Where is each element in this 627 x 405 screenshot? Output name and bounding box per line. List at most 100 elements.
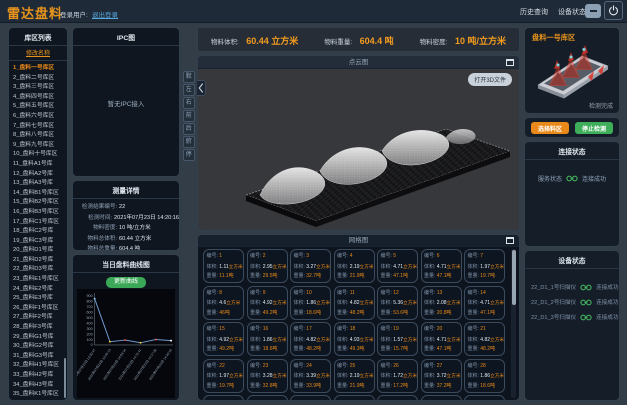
view-preset-button[interactable]: 后 (183, 123, 195, 135)
grid-card[interactable]: 编号: 14 体积: 4.71立方米 重量: 47.1吨 (464, 286, 505, 320)
minimize-button[interactable] (585, 4, 601, 18)
view-preset-button[interactable]: 停 (183, 149, 195, 161)
grid-card[interactable]: 编号: 13 体积: 2.08立方米 重量: 20.8吨 (421, 286, 462, 320)
grid-card[interactable]: 编号: 18 体积: 4.93立方米 重量: 49.3吨 (334, 322, 375, 356)
rename-link[interactable]: 修改名称 (9, 46, 67, 61)
sidebar-item[interactable]: 9_盘料九号库区 (13, 141, 67, 151)
grid-card[interactable]: 编号: 28 体积: 1.86立方米 重量: 18.6吨 (464, 359, 505, 393)
card-no-value: 26 (393, 363, 399, 369)
sidebar-item[interactable]: 27_盘料F2号库 (13, 313, 67, 323)
sidebar-item[interactable]: 1_盘料一号库区 (13, 64, 67, 74)
grid-card-clipped (247, 395, 288, 400)
grid-card[interactable]: 编号: 8 体积: 4.6立方米 重量: 46吨 (203, 286, 244, 320)
grid-card[interactable]: 编号: 15 体积: 4.92立方米 重量: 49.2吨 (203, 322, 244, 356)
sidebar-item[interactable]: 14_盘料B1号库区 (13, 189, 67, 199)
card-weight-unit: 吨 (490, 346, 495, 352)
sidebar-item[interactable]: 28_盘料F3号库 (13, 323, 67, 333)
grid-card[interactable]: 编号: 3 体积: 3.27立方米 重量: 32.7吨 (290, 249, 331, 283)
grid-card[interactable]: 编号: 21 体积: 4.82立方米 重量: 48.2吨 (464, 322, 505, 356)
sidebar-item[interactable]: 29_盘料G1号库 (13, 333, 67, 343)
sidebar-item[interactable]: 11_盘料A1号库 (13, 160, 67, 170)
card-no-label: 编号: (337, 326, 348, 332)
grid-card[interactable]: 编号: 9 体积: 4.92立方米 重量: 49.2吨 (247, 286, 288, 320)
grid-card[interactable]: 编号: 22 体积: 1.97立方米 重量: 19.7吨 (203, 359, 244, 393)
grid-card[interactable]: 编号: 6 体积: 4.71立方米 重量: 47.1吨 (421, 249, 462, 283)
grid-maximize-icon[interactable] (506, 237, 514, 244)
grid-card[interactable]: 编号: 11 体积: 4.82立方米 重量: 48.2吨 (334, 286, 375, 320)
grid-scrollbar-thumb[interactable] (512, 250, 516, 305)
sidebar-item[interactable]: 8_盘料八号库区 (13, 131, 67, 141)
select-area-button[interactable]: 选择料区 (531, 122, 569, 134)
grid-card[interactable]: 编号: 16 体积: 1.86立方米 重量: 18.6吨 (247, 322, 288, 356)
sidebar-item[interactable]: 21_盘料D2号库 (13, 256, 67, 266)
maximize-icon[interactable] (506, 59, 514, 66)
sidebar-item[interactable]: 33_盘料H2号库 (13, 371, 67, 381)
grid-card[interactable]: 编号: 26 体积: 1.72立方米 重量: 17.2吨 (377, 359, 418, 393)
grid-card[interactable]: 编号: 27 体积: 3.72立方米 重量: 37.2吨 (421, 359, 462, 393)
grid-card[interactable]: 编号: 24 体积: 3.39立方米 重量: 33.9吨 (290, 359, 331, 393)
sidebar-item[interactable]: 7_盘料七号库区 (13, 122, 67, 132)
grid-card[interactable]: 编号: 20 体积: 4.71立方米 重量: 47.1吨 (421, 322, 462, 356)
card-volume-label: 体积: (381, 337, 392, 343)
card-weight-value: 19.7 (480, 273, 490, 279)
power-button[interactable] (604, 1, 623, 20)
grid-card[interactable]: 编号: 19 体积: 1.57立方米 重量: 15.7吨 (377, 322, 418, 356)
sidebar-item[interactable]: 16_盘料B3号库区 (13, 208, 67, 218)
grid-card[interactable]: 编号: 12 体积: 5.36立方米 重量: 53.6吨 (377, 286, 418, 320)
grid-header: 网格图 (198, 235, 519, 247)
sidebar-item[interactable]: 31_盘料G3号库 (13, 352, 67, 362)
grid-card[interactable]: 编号: 4 体积: 2.19立方米 重量: 21.9吨 (334, 249, 375, 283)
device-status-button[interactable]: 设备状态 (558, 7, 586, 17)
view-preset-button[interactable]: 俯 (183, 136, 195, 148)
view-preset-button[interactable]: 左 (183, 84, 195, 96)
history-query-button[interactable]: 历史查询 (520, 7, 548, 17)
card-volume-label: 体积: (424, 264, 435, 270)
sidebar-item[interactable]: 12_盘料A2号库 (13, 170, 67, 180)
sidebar-item[interactable]: 15_盘料B2号库区 (13, 198, 67, 208)
grid-card[interactable]: 编号: 7 体积: 1.97立方米 重量: 19.7吨 (464, 249, 505, 283)
sidebar-item[interactable]: 23_盘料E1号库区 (13, 275, 67, 285)
open-3d-file-button[interactable]: 打开3D文件 (468, 73, 512, 86)
sidebar-item[interactable]: 24_盘料E2号库 (13, 285, 67, 295)
device-rows: 22_D1_1号扫描仪 连接成功 22_D1_2号扫描仪 (525, 269, 619, 321)
sidebar-item[interactable]: 4_盘料四号库区 (13, 93, 67, 103)
pointcloud-canvas[interactable]: 打开3D文件 (198, 69, 519, 230)
update-curve-button[interactable]: 更新曲线 (106, 277, 146, 288)
sidebar-item[interactable]: 34_盘料H3号库 (13, 381, 67, 391)
view-preset-button[interactable]: 右 (183, 97, 195, 109)
view-preset-button[interactable]: 默 (183, 71, 195, 83)
grid-card[interactable]: 编号: 5 体积: 4.71立方米 重量: 47.1吨 (377, 249, 418, 283)
card-weight-value: 15.7 (393, 346, 403, 352)
sidebar-item[interactable]: 18_盘料C2号库 (13, 227, 67, 237)
sidebar-item[interactable]: 20_盘料D1号库 (13, 246, 67, 256)
sidebar-item[interactable]: 25_盘料E3号库 (13, 294, 67, 304)
sidebar-item[interactable]: 2_盘料二号库区 (13, 74, 67, 84)
stop-detect-button[interactable]: 停止检测 (575, 122, 613, 134)
grid-scrollbar[interactable] (511, 249, 516, 398)
grid-card[interactable]: 编号: 25 体积: 2.19立方米 重量: 21.9吨 (334, 359, 375, 393)
card-no-label: 编号: (381, 363, 392, 369)
view-preset-button[interactable]: 前 (183, 110, 195, 122)
grid-card[interactable]: 编号: 17 体积: 4.82立方米 重量: 48.2吨 (290, 322, 331, 356)
grid-card[interactable]: 编号: 23 体积: 3.28立方米 重量: 32.8吨 (247, 359, 288, 393)
measurement-detail-panel: 测量详情 检测结果编号: 22 检测时间: 2021年07月23日 14:20:… (72, 180, 180, 251)
card-weight-unit: 吨 (225, 310, 230, 316)
sidebar-scrollbar[interactable] (64, 358, 67, 398)
grid-card[interactable]: 编号: 2 体积: 2.95立方米 重量: 29.5吨 (247, 249, 288, 283)
sidebar-item[interactable]: 6_盘料六号库区 (13, 112, 67, 122)
sidebar-item[interactable]: 3_盘料三号库区 (13, 83, 67, 93)
sidebar-item[interactable]: 5_盘料五号库区 (13, 102, 67, 112)
grid-card[interactable]: 编号: 10 体积: 1.86立方米 重量: 18.6吨 (290, 286, 331, 320)
logout-link[interactable]: 退出登录 (92, 9, 118, 19)
collapse-handle[interactable] (197, 80, 206, 96)
sidebar-item[interactable]: 32_盘料H1号库区 (13, 361, 67, 371)
sidebar-item[interactable]: 13_盘料A3号库 (13, 179, 67, 189)
sidebar-item[interactable]: 35_盘料K1号库区 (13, 390, 67, 400)
sidebar-item[interactable]: 30_盘料G2号库 (13, 342, 67, 352)
grid-card[interactable]: 编号: 1 体积: 1.11立方米 重量: 11.1吨 (203, 249, 244, 283)
sidebar-item[interactable]: 22_盘料D3号库 (13, 265, 67, 275)
sidebar-item[interactable]: 26_盘料F1号库区 (13, 304, 67, 314)
sidebar-item[interactable]: 10_盘料十号库区 (13, 150, 67, 160)
sidebar-item[interactable]: 19_盘料C3号库 (13, 237, 67, 247)
sidebar-item[interactable]: 17_盘料C1号库区 (13, 218, 67, 228)
